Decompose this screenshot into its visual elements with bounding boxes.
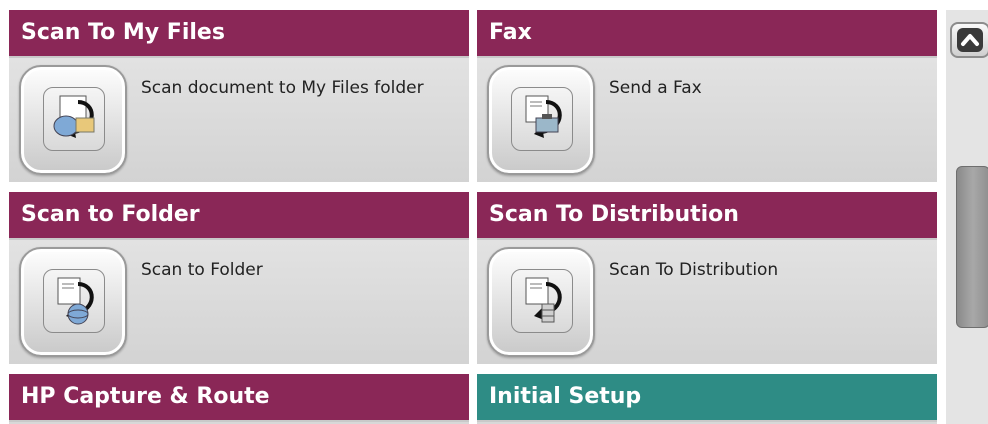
chevron-up-icon xyxy=(957,28,983,52)
scrollbar[interactable] xyxy=(946,10,988,424)
tile-title: Scan To Distribution xyxy=(477,192,937,240)
tile-scan-to-distribution[interactable]: Scan To Distribution Scan To Distributio… xyxy=(477,192,937,364)
tile-title: Initial Setup xyxy=(477,374,937,422)
tile-scan-to-folder[interactable]: Scan to Folder Scan to Folder xyxy=(9,192,469,364)
tile-description: Scan to Folder xyxy=(141,260,263,280)
scan-to-my-files-icon xyxy=(43,87,105,151)
tile-description: Scan document to My Files folder xyxy=(141,78,424,98)
tile-title: Scan to Folder xyxy=(9,192,469,240)
tile-scan-to-my-files[interactable]: Scan To My Files Scan document to My Fil… xyxy=(9,10,469,182)
tile-body: Scan document to My Files folder xyxy=(9,58,469,182)
fax-button[interactable] xyxy=(487,65,595,175)
tile-description: Send a Fax xyxy=(609,78,702,98)
scan-to-folder-button[interactable] xyxy=(19,247,127,357)
tile-body: Send a Fax xyxy=(477,58,937,182)
tile-body: Scan To Distribution xyxy=(477,240,937,364)
tile-fax[interactable]: Fax Send a Fax xyxy=(477,10,937,182)
tile-initial-setup[interactable]: Initial Setup xyxy=(477,374,937,424)
scan-to-distribution-button[interactable] xyxy=(487,247,595,357)
scan-to-my-files-button[interactable] xyxy=(19,65,127,175)
tile-description: Scan To Distribution xyxy=(609,260,779,280)
fax-icon xyxy=(511,87,573,151)
scan-to-folder-icon xyxy=(43,269,105,333)
tile-title: Fax xyxy=(477,10,937,58)
tile-title: HP Capture & Route xyxy=(9,374,469,422)
scan-to-distribution-icon xyxy=(511,269,573,333)
scroll-up-button[interactable] xyxy=(950,22,988,58)
tile-title: Scan To My Files xyxy=(9,10,469,58)
scrollbar-thumb[interactable] xyxy=(956,166,988,328)
tile-hp-capture-route[interactable]: HP Capture & Route xyxy=(9,374,469,424)
tile-body: Scan to Folder xyxy=(9,240,469,364)
